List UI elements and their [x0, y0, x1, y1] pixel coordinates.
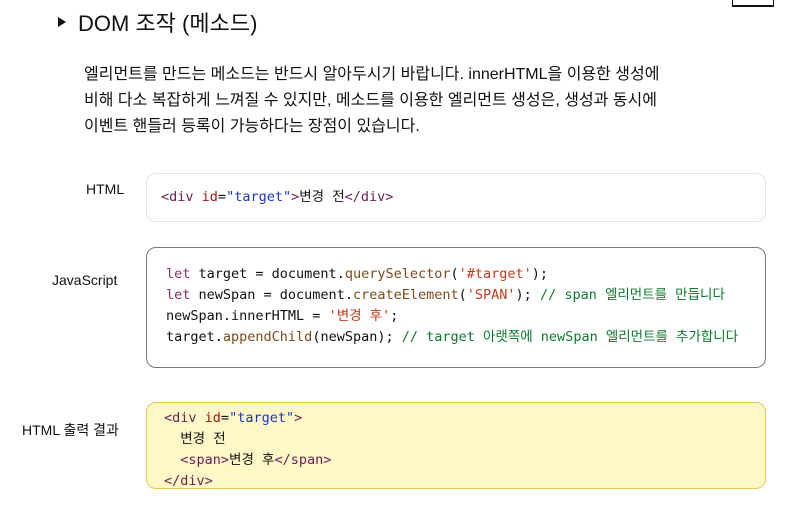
output-code: <div id="target"> 변경 전 <span>변경 후</span>… [147, 403, 765, 492]
code-text: ( [450, 266, 459, 282]
code-attr: id [204, 410, 221, 426]
code-string: '#target' [458, 266, 532, 282]
js-code-line: let target = document.querySelector('#ta… [166, 264, 765, 285]
javascript-code: let target = document.querySelector('#ta… [147, 248, 765, 348]
code-tag-gt: > [294, 410, 303, 426]
description-line: 비해 다소 복잡하게 느껴질 수 있지만, 메소드를 이용한 엘리먼트 생성은,… [84, 92, 657, 109]
code-text: (newSpan); [312, 329, 402, 345]
html-code-box: <div id="target">변경 전</div> [146, 173, 766, 222]
js-code-line: target.appendChild(newSpan); // target 아… [166, 327, 765, 348]
triangle-bullet-icon [58, 17, 66, 27]
code-eq: = [217, 189, 227, 205]
code-keyword: let [166, 266, 191, 282]
js-code-line: let newSpan = document.createElement('SP… [166, 285, 765, 306]
code-method: appendChild [222, 329, 313, 345]
html-code-line: <div id="target">변경 전</div> [147, 174, 765, 208]
js-code-line: newSpan.innerHTML = '변경 후'; [166, 306, 765, 327]
code-text: ); [515, 287, 540, 303]
code-keyword: let [166, 287, 191, 303]
html-label: HTML [86, 181, 125, 197]
code-string: 'SPAN' [466, 287, 516, 303]
code-comment: // span 엘리먼트를 만듭니다 [539, 287, 725, 303]
corner-mark [732, 0, 774, 7]
output-code-line: <span>변경 후</span> [164, 450, 765, 471]
section-title: DOM 조작 (메소드) [78, 11, 258, 36]
code-comment: // target 아랫쪽에 newSpan 엘리먼트를 추가합니다 [401, 329, 739, 345]
code-tag-close: </div> [344, 189, 394, 205]
code-text: target = document. [190, 266, 345, 282]
output-code-line: 변경 전 [164, 431, 226, 447]
code-text: newSpan = document. [190, 287, 353, 303]
code-text: ; [390, 308, 399, 324]
output-code-line: <div id="target"> [164, 408, 765, 429]
code-eq: = [220, 410, 230, 426]
description-line: 이벤트 핸들러 등록이 가능하다는 장점이 있습니다. [84, 118, 420, 135]
code-text: newSpan.innerHTML = [166, 308, 329, 324]
description-line: 엘리먼트를 만드는 메소드는 반드시 알아두시기 바랍니다. innerHTML… [84, 66, 660, 83]
code-text: 변경 후 [229, 452, 275, 468]
code-tag-open: <div [164, 410, 197, 426]
code-tag-gt: > [291, 189, 300, 205]
description-paragraph: 엘리먼트를 만드는 메소드는 반드시 알아두시기 바랍니다. innerHTML… [84, 62, 744, 140]
code-attr-value: "target" [226, 189, 292, 205]
html-output-box: <div id="target"> 변경 전 <span>변경 후</span>… [146, 402, 766, 489]
code-text: target. [166, 329, 223, 345]
code-attr: id [201, 189, 218, 205]
code-text: ); [531, 266, 549, 282]
javascript-label: JavaScript [52, 272, 118, 288]
html-output-label: HTML 출력 결과 [22, 422, 119, 438]
javascript-code-box[interactable]: let target = document.querySelector('#ta… [146, 247, 766, 368]
section-heading: DOM 조작 (메소드) [58, 6, 257, 38]
output-code-line: </div> [164, 473, 213, 489]
code-method: querySelector [344, 266, 451, 282]
code-text: 변경 전 [299, 189, 345, 205]
code-string: '변경 후' [328, 308, 391, 324]
code-text: ( [458, 287, 467, 303]
code-tag-open: <span> [180, 452, 230, 468]
code-method: createElement [352, 287, 459, 303]
code-tag-close: </span> [274, 452, 332, 468]
code-attr-value: "target" [229, 410, 295, 426]
code-tag-open: <div [161, 189, 194, 205]
